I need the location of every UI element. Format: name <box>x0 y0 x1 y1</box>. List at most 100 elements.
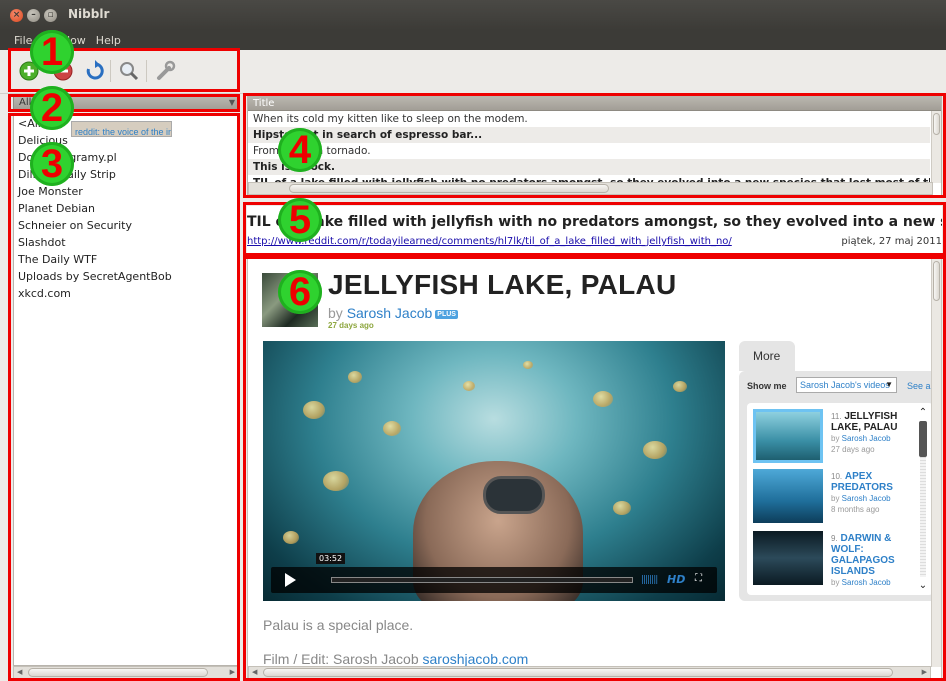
video-player[interactable]: 03:52 |||||||| HD ⛶ <box>263 341 725 601</box>
video-age: 8 months ago <box>831 505 880 514</box>
feed-item[interactable]: The Daily WTF <box>14 251 238 268</box>
more-video-info: 9. DARWIN & WOLF: GALAPAGOS ISLANDS by S… <box>831 533 911 588</box>
scroll-down-icon[interactable]: ⌄ <box>917 580 929 591</box>
scroll-left-icon[interactable]: ◀ <box>17 667 22 678</box>
refresh-icon <box>86 60 104 80</box>
menu-bar: File Window Help <box>0 30 946 50</box>
feed-item[interactable]: Uploads by SecretAgentBob <box>14 268 238 285</box>
play-icon[interactable] <box>285 573 296 587</box>
more-video-item[interactable]: 10. APEX PREDATORS by Sarosh Jacob 8 mon… <box>753 467 933 527</box>
feed-item[interactable]: Planet Debian <box>14 200 238 217</box>
video-thumbnail[interactable] <box>753 409 823 463</box>
more-list-scrollbar[interactable]: ⌃ ⌄ <box>917 407 929 591</box>
menu-help[interactable]: Help <box>96 34 121 47</box>
video-controls: 03:52 |||||||| HD ⛶ <box>271 553 717 593</box>
search-button[interactable] <box>116 58 142 84</box>
show-me-label: Show me <box>747 381 787 391</box>
scroll-thumb[interactable] <box>933 261 940 301</box>
item-row[interactable]: Hipster cat in search of espresso bar... <box>248 127 930 143</box>
item-row[interactable]: From inside a tornado. <box>248 143 930 159</box>
video-source-select-value: Sarosh Jacob's videos <box>800 380 890 390</box>
annotation-badge-5: 5 <box>278 198 322 242</box>
content-view: JELLYFISH LAKE, PALAU by Sarosh Jacob PLU… <box>247 258 942 680</box>
window-title: Nibblr <box>68 7 110 21</box>
scroll-thumb[interactable] <box>28 668 208 677</box>
scroll-up-icon[interactable]: ⌃ <box>917 407 929 418</box>
feed-item[interactable]: Schneier on Security <box>14 217 238 234</box>
more-video-item[interactable]: 9. DARWIN & WOLF: GALAPAGOS ISLANDS by S… <box>753 529 933 589</box>
settings-button[interactable] <box>152 58 178 84</box>
article-header: TIL of a lake filled with jellyfish with… <box>247 206 942 254</box>
column-header-title[interactable]: Title <box>248 97 941 111</box>
item-row[interactable]: This is a rock. <box>248 159 930 175</box>
maximize-window-button[interactable]: ▫ <box>44 9 57 22</box>
video-progress-bar[interactable] <box>331 577 633 583</box>
scroll-left-icon[interactable]: ◀ <box>252 667 257 678</box>
chevron-down-icon: ▼ <box>228 98 235 107</box>
close-window-button[interactable]: × <box>10 9 23 22</box>
video-frame-detail <box>483 476 545 514</box>
video-credits: Film / Edit: Sarosh Jacob saroshjacob.co… <box>263 651 528 667</box>
tab-more[interactable]: More <box>739 341 795 371</box>
author-link[interactable]: Sarosh Jacob <box>842 434 891 443</box>
video-description: Palau is a special place. <box>263 617 414 633</box>
feed-item[interactable]: Slashdot <box>14 234 238 251</box>
hd-toggle[interactable]: HD <box>667 573 685 586</box>
video-age: 27 days ago <box>328 321 374 330</box>
more-video-list: 11. JELLYFISH LAKE, PALAU by Sarosh Jaco… <box>747 403 933 595</box>
item-list: Title When its cold my kitten like to sl… <box>247 96 942 196</box>
plus-badge: PLUS <box>435 309 458 319</box>
more-panel: Show me Sarosh Jacob's videos ▼ See all … <box>739 371 939 601</box>
item-list-hscrollbar[interactable] <box>248 182 933 195</box>
by-label: by <box>328 305 347 321</box>
annotation-badge-4: 4 <box>278 128 322 172</box>
annotation-badge-6: 6 <box>278 270 322 314</box>
video-byline: by Sarosh Jacob PLUS <box>328 305 458 321</box>
content-vscrollbar[interactable] <box>931 259 941 667</box>
article-title: TIL of a lake filled with jellyfish with… <box>247 214 942 230</box>
fullscreen-icon[interactable]: ⛶ <box>695 573 702 584</box>
menu-file[interactable]: File <box>14 34 32 47</box>
credits-link[interactable]: saroshjacob.com <box>423 651 529 667</box>
refresh-button[interactable] <box>82 58 108 84</box>
volume-icon[interactable]: |||||||| <box>641 575 658 585</box>
feed-item-selected[interactable]: reddit: the voice of the internet -- new… <box>71 121 172 137</box>
chevron-down-icon: ▼ <box>885 380 893 389</box>
feed-list-hscrollbar[interactable]: ◀ ▶ <box>13 666 239 679</box>
author-link[interactable]: Sarosh Jacob <box>842 578 891 587</box>
minimize-window-button[interactable]: – <box>27 9 40 22</box>
author-link[interactable]: Sarosh Jacob <box>347 305 433 321</box>
annotation-badge-2: 2 <box>30 86 74 130</box>
article-link[interactable]: http://www.reddit.com/r/todayilearned/co… <box>247 236 732 247</box>
article-date: piątek, 27 maj 2011 <box>841 236 942 247</box>
title-bar: × – ▫ Nibblr <box>0 0 946 30</box>
by-label: by <box>831 494 842 503</box>
video-number: 11. <box>831 412 842 421</box>
annotation-badge-3: 3 <box>30 142 74 186</box>
video-thumbnail[interactable] <box>753 531 823 585</box>
item-row[interactable]: When its cold my kitten like to sleep on… <box>248 111 930 127</box>
author-link[interactable]: Sarosh Jacob <box>842 494 891 503</box>
by-label: by <box>831 578 842 587</box>
video-number: 10. <box>831 472 843 481</box>
more-video-item[interactable]: 11. JELLYFISH LAKE, PALAU by Sarosh Jaco… <box>753 407 933 467</box>
scroll-thumb[interactable] <box>933 113 940 135</box>
more-video-info: 10. APEX PREDATORS by Sarosh Jacob 8 mon… <box>831 471 911 515</box>
video-thumbnail[interactable] <box>753 469 823 523</box>
feed-item[interactable]: xkcd.com <box>14 285 238 302</box>
item-list-vscrollbar[interactable] <box>931 111 941 183</box>
scroll-right-icon[interactable]: ▶ <box>922 667 927 678</box>
annotation-badge-1: 1 <box>30 30 74 74</box>
feed-list: <All> Delicious Dobreprogramy.pl Dilbert… <box>13 114 239 666</box>
video-source-select[interactable]: Sarosh Jacob's videos ▼ <box>796 377 897 393</box>
wrench-icon <box>157 60 176 80</box>
video-age: 27 days ago <box>831 445 875 454</box>
scroll-thumb[interactable] <box>263 668 893 677</box>
scroll-thumb[interactable] <box>919 421 927 457</box>
content-hscrollbar[interactable]: ◀ ▶ <box>248 666 931 679</box>
video-title-link[interactable]: DARWIN & WOLF: GALAPAGOS ISLANDS <box>831 533 895 577</box>
credits-label: Film / Edit: Sarosh Jacob <box>263 651 423 667</box>
scroll-right-icon[interactable]: ▶ <box>230 667 235 678</box>
by-label: by <box>831 434 842 443</box>
scroll-thumb[interactable] <box>289 184 609 193</box>
